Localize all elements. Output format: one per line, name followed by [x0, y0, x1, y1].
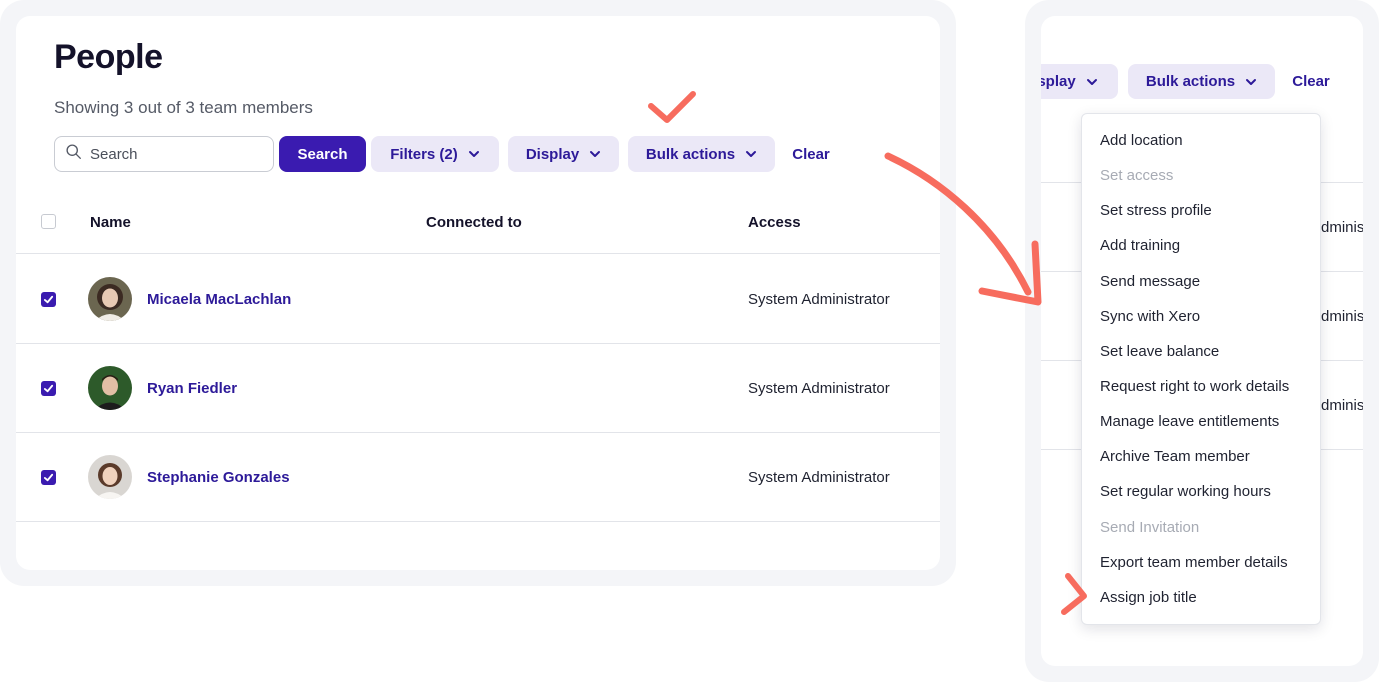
access-level: System Administrator	[748, 291, 890, 308]
column-header-access[interactable]: Access	[748, 214, 801, 231]
bulk-actions-button[interactable]: Bulk actions	[1128, 64, 1275, 99]
display-button-partial[interactable]: splay	[1041, 64, 1118, 99]
access-level-partial: dminist	[1321, 397, 1363, 414]
menu-item-request-right-to-work[interactable]: Request right to work details	[1082, 369, 1320, 404]
access-level-partial: dminist	[1321, 308, 1363, 325]
page-title: People	[54, 38, 163, 76]
person-name-link[interactable]: Ryan Fiedler	[147, 380, 237, 397]
menu-item-set-leave-balance[interactable]: Set leave balance	[1082, 334, 1320, 369]
chevron-up-down-icon	[1246, 78, 1257, 85]
avatar	[88, 277, 132, 321]
member-count-text: Showing 3 out of 3 team members	[54, 98, 313, 117]
person-name-link[interactable]: Micaela MacLachlan	[147, 291, 291, 308]
row-checkbox[interactable]	[41, 381, 56, 396]
bulk-actions-label: Bulk actions	[1145, 73, 1236, 90]
access-level-partial: dminist	[1321, 219, 1363, 236]
menu-item-add-training[interactable]: Add training	[1082, 228, 1320, 263]
person-name-link[interactable]: Stephanie Gonzales	[147, 469, 290, 486]
table-row[interactable]: Stephanie Gonzales System Administrator	[16, 433, 940, 522]
zoom-panel-frame: splay Bulk actions Clear dminist dminist…	[1025, 0, 1379, 682]
table-header: Name Connected to Access	[16, 196, 940, 254]
menu-item-manage-leave-entitlements[interactable]: Manage leave entitlements	[1082, 404, 1320, 439]
menu-item-export-details[interactable]: Export team member details	[1082, 545, 1320, 580]
chevron-down-icon	[1086, 78, 1097, 85]
check-icon	[43, 473, 54, 482]
access-level: System Administrator	[748, 380, 890, 397]
chevron-down-icon	[746, 151, 757, 157]
select-all-checkbox[interactable]	[41, 214, 56, 229]
chevron-down-icon	[468, 151, 479, 157]
zoom-panel: splay Bulk actions Clear dminist dminist…	[1041, 16, 1363, 666]
menu-item-add-location[interactable]: Add location	[1082, 123, 1320, 158]
clear-button[interactable]: Clear	[1283, 64, 1339, 99]
menu-item-assign-job-title[interactable]: Assign job title	[1082, 580, 1320, 615]
display-button[interactable]: Display	[508, 136, 619, 172]
check-icon	[43, 384, 54, 393]
table-row[interactable]: Ryan Fiedler System Administrator	[16, 344, 940, 433]
menu-item-send-message[interactable]: Send message	[1082, 264, 1320, 299]
column-header-connected[interactable]: Connected to	[426, 214, 522, 231]
bulk-actions-label: Bulk actions	[645, 145, 736, 163]
people-panel: People Showing 3 out of 3 team members S…	[16, 16, 940, 570]
clear-button[interactable]: Clear	[782, 136, 840, 172]
check-icon	[43, 295, 54, 304]
people-panel-frame: People Showing 3 out of 3 team members S…	[0, 0, 956, 586]
menu-item-archive-team-member[interactable]: Archive Team member	[1082, 439, 1320, 474]
search-button[interactable]: Search	[279, 136, 366, 172]
avatar	[88, 366, 132, 410]
row-checkbox[interactable]	[41, 470, 56, 485]
menu-item-set-stress-profile[interactable]: Set stress profile	[1082, 193, 1320, 228]
row-checkbox[interactable]	[41, 292, 56, 307]
search-field[interactable]	[54, 136, 274, 172]
filters-button[interactable]: Filters (2)	[371, 136, 499, 172]
search-icon	[65, 143, 82, 165]
avatar	[88, 455, 132, 499]
menu-item-sync-xero[interactable]: Sync with Xero	[1082, 299, 1320, 334]
bulk-actions-menu: Add location Set access Set stress profi…	[1081, 113, 1321, 625]
table-row[interactable]: Micaela MacLachlan System Administrator	[16, 255, 940, 344]
menu-item-send-invitation: Send Invitation	[1100, 518, 1200, 536]
column-header-name[interactable]: Name	[90, 214, 131, 231]
display-label: splay	[1041, 73, 1076, 90]
menu-item-set-access: Set access	[1100, 167, 1174, 185]
screenshot-stage: People Showing 3 out of 3 team members S…	[0, 0, 1379, 682]
chevron-down-icon	[590, 151, 601, 157]
menu-item-set-working-hours[interactable]: Set regular working hours	[1082, 474, 1320, 509]
filters-label: Filters (2)	[390, 145, 458, 163]
access-level: System Administrator	[748, 469, 890, 486]
bulk-actions-button[interactable]: Bulk actions	[628, 136, 775, 172]
display-label: Display	[525, 145, 580, 163]
search-input[interactable]	[90, 145, 260, 163]
